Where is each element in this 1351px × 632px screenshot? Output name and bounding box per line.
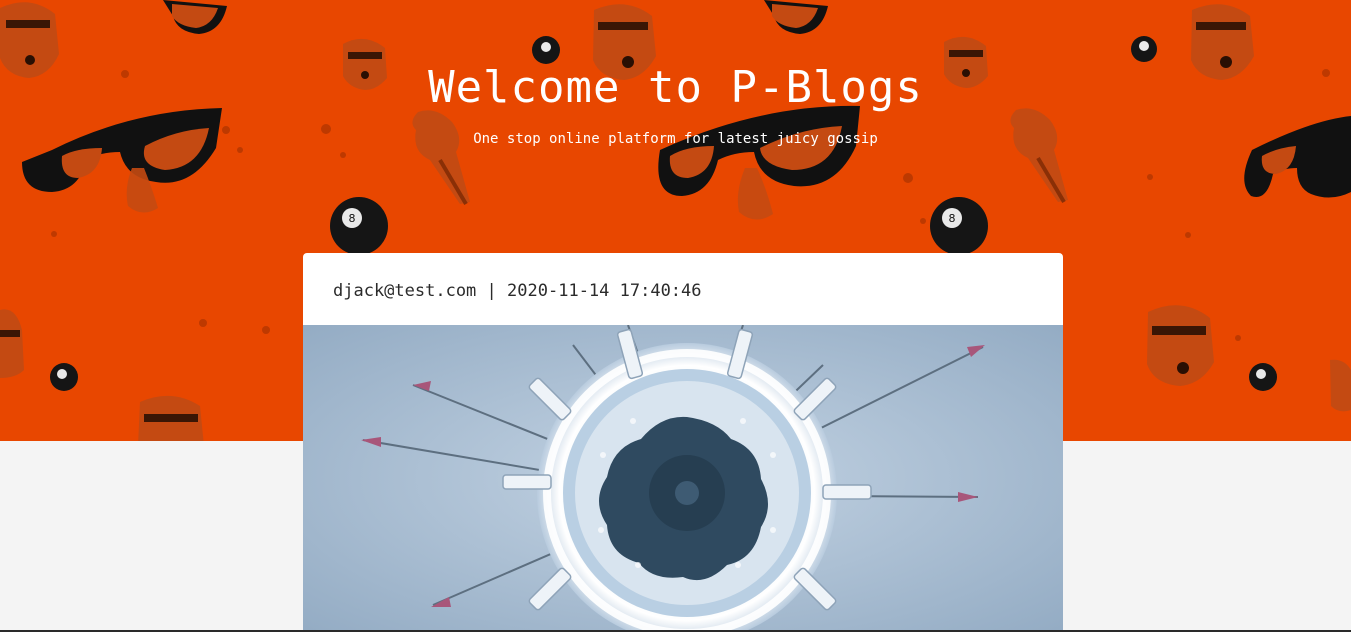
post-meta: djack@test.com | 2020-11-14 17:40:46 — [333, 281, 702, 301]
eight-ball-icon: 8 — [930, 197, 988, 255]
eight-ball-icon: 8 — [330, 197, 388, 255]
page: 8 8 Welcome to P-Blogs One stop online p… — [0, 0, 1351, 632]
page-subtitle: One stop online platform for latest juic… — [473, 131, 878, 147]
post-author[interactable]: djack@test.com — [333, 281, 476, 301]
svg-text:8: 8 — [349, 212, 356, 225]
eight-ball-icon — [1249, 363, 1277, 391]
sunglasses-nose-icon — [22, 108, 222, 213]
eight-ball-icon — [532, 36, 560, 64]
stormtrooper-helmet-icon — [0, 309, 24, 378]
sunglasses-nose-icon — [764, 0, 828, 34]
sunglasses-nose-icon — [163, 0, 227, 34]
ice-cream-cone-icon — [1010, 108, 1068, 204]
page-title: Welcome to P-Blogs — [428, 62, 923, 113]
stormtrooper-helmet-icon — [138, 395, 204, 441]
sunglasses-nose-icon — [658, 105, 860, 220]
sunglasses-nose-icon — [1244, 116, 1351, 198]
eight-ball-icon — [1131, 36, 1157, 62]
post-timestamp: 2020-11-14 17:40:46 — [507, 281, 702, 301]
svg-text:8: 8 — [949, 212, 956, 225]
syringes-circle-image — [303, 325, 1063, 632]
ice-cream-cone-icon — [412, 110, 470, 206]
eight-ball-icon — [50, 363, 78, 391]
meta-separator: | — [486, 281, 497, 301]
post-card[interactable]: djack@test.com | 2020-11-14 17:40:46 — [303, 253, 1063, 632]
post-image[interactable] — [303, 325, 1063, 632]
stormtrooper-helmet-icon — [1330, 359, 1351, 412]
stormtrooper-helmet-icon — [1147, 305, 1214, 386]
